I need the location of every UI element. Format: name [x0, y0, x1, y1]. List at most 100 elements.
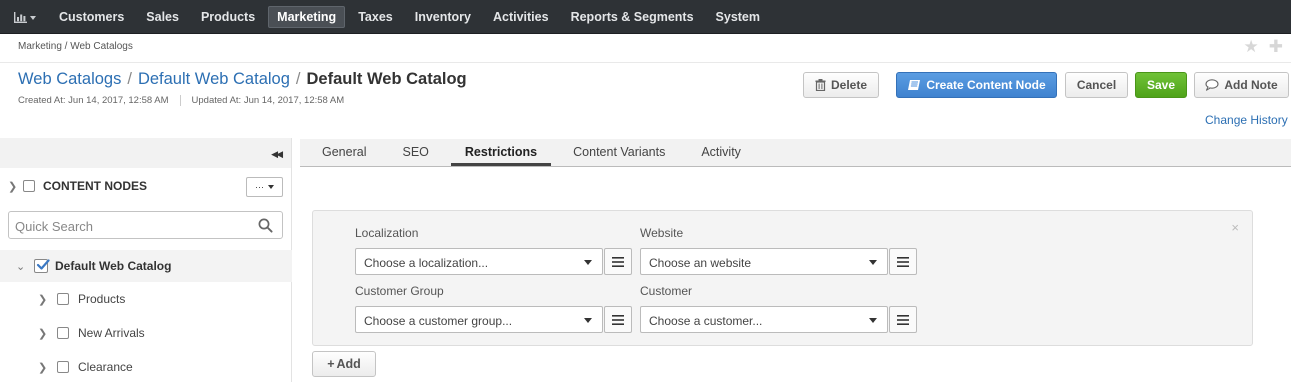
- content-nodes-checkbox[interactable]: [23, 180, 35, 192]
- nav-item-marketing[interactable]: Marketing: [268, 6, 346, 28]
- checkmark-icon: [36, 259, 50, 270]
- created-at: Created At: Jun 14, 2017, 12:58 AM: [18, 95, 169, 106]
- plus-icon: +: [327, 357, 335, 371]
- delete-button[interactable]: Delete: [803, 72, 879, 98]
- localization-select[interactable]: Choose a localization...: [355, 248, 603, 275]
- title-link-default-web-catalog[interactable]: Default Web Catalog: [138, 70, 290, 88]
- nav-item-products[interactable]: Products: [192, 6, 264, 28]
- cancel-button[interactable]: Cancel: [1065, 72, 1128, 98]
- chevron-down-icon: [30, 15, 36, 20]
- tree-root-label: Default Web Catalog: [55, 259, 172, 273]
- close-icon[interactable]: ×: [1231, 220, 1239, 235]
- nav-item-customers[interactable]: Customers: [50, 6, 133, 28]
- add-note-button[interactable]: Add Note: [1194, 72, 1289, 98]
- page-title: Web Catalogs / Default Web Catalog / Default…: [18, 70, 467, 89]
- chevron-down-icon: [268, 185, 274, 189]
- tree-root-default-web-catalog[interactable]: ⌄ Default Web Catalog: [0, 250, 292, 282]
- tree-item-checkbox[interactable]: [57, 361, 69, 373]
- tree-item-clearance[interactable]: ❯ Clearance: [0, 357, 292, 379]
- title-separator: /: [127, 70, 132, 88]
- create-content-node-label: Create Content Node: [926, 78, 1046, 92]
- chevron-down-icon[interactable]: ⌄: [16, 260, 25, 273]
- tree-item-label: Products: [78, 292, 126, 306]
- star-icon[interactable]: ★: [1244, 38, 1259, 55]
- customer-select[interactable]: Choose a customer...: [640, 306, 888, 333]
- title-link-web-catalogs[interactable]: Web Catalogs: [18, 70, 121, 88]
- nav-item-taxes[interactable]: Taxes: [349, 6, 402, 28]
- customer-group-select[interactable]: Choose a customer group...: [355, 306, 603, 333]
- content-nodes-row: ❯ CONTENT NODES ···: [0, 176, 292, 198]
- chevron-down-icon: [584, 260, 592, 265]
- comment-icon: [1205, 79, 1219, 91]
- meta-divider: [179, 95, 181, 106]
- customer-group-value: Choose a customer group...: [364, 314, 513, 328]
- list-icon: [612, 314, 624, 325]
- tree-item-new-arrivals[interactable]: ❯ New Arrivals: [0, 323, 292, 345]
- search-icon[interactable]: [258, 218, 273, 233]
- customer-label: Customer: [640, 284, 693, 298]
- tree-item-checkbox[interactable]: [57, 293, 69, 305]
- title-separator: /: [295, 70, 301, 88]
- chevron-right-icon[interactable]: ❯: [38, 361, 47, 374]
- tree-item-label: New Arrivals: [78, 326, 145, 340]
- chevron-right-icon[interactable]: ❯: [8, 180, 17, 193]
- tab-activity[interactable]: Activity: [687, 139, 755, 166]
- localization-label: Localization: [355, 226, 419, 240]
- tree-item-checkbox[interactable]: [57, 327, 69, 339]
- top-navigation: Customers Sales Products Marketing Taxes…: [0, 0, 1291, 34]
- page-pin-tools: ★ ✚: [1244, 38, 1284, 55]
- add-restriction-button[interactable]: + Add: [312, 351, 376, 377]
- pin-icon[interactable]: ✚: [1269, 38, 1283, 55]
- website-value: Choose an website: [649, 256, 752, 270]
- bar-chart-icon: [14, 11, 27, 23]
- tree-item-label: Clearance: [78, 360, 133, 374]
- customer-value: Choose a customer...: [649, 314, 763, 328]
- localization-list-button[interactable]: [604, 248, 632, 275]
- trash-icon: [815, 79, 826, 91]
- quick-search-input[interactable]: [15, 218, 250, 234]
- save-button[interactable]: Save: [1135, 72, 1187, 98]
- list-icon: [897, 314, 909, 325]
- tree-item-products[interactable]: ❯ Products: [0, 289, 292, 311]
- nav-item-system[interactable]: System: [707, 6, 769, 28]
- chevron-right-icon[interactable]: ❯: [38, 293, 47, 306]
- record-meta: Created At: Jun 14, 2017, 12:58 AM Updat…: [18, 95, 344, 106]
- nav-item-activities[interactable]: Activities: [484, 6, 558, 28]
- quick-search-field: [8, 211, 283, 239]
- tab-restrictions[interactable]: Restrictions: [450, 139, 552, 166]
- list-icon: [612, 256, 624, 267]
- website-select[interactable]: Choose an website: [640, 248, 888, 275]
- section-tabs: General SEO Restrictions Content Variant…: [300, 139, 1291, 167]
- nav-item-inventory[interactable]: Inventory: [406, 6, 480, 28]
- website-list-button[interactable]: [889, 248, 917, 275]
- nav-item-reports-segments[interactable]: Reports & Segments: [562, 6, 703, 28]
- root-checkbox[interactable]: [34, 259, 50, 273]
- add-note-label: Add Note: [1224, 78, 1278, 92]
- breadcrumb: Marketing / Web Catalogs: [18, 41, 133, 52]
- customer-list-button[interactable]: [889, 306, 917, 333]
- chevron-down-icon: [869, 260, 877, 265]
- collapse-sidebar-icon[interactable]: ◀◀: [271, 149, 283, 160]
- restriction-panel: × Localization Choose a localization... …: [312, 210, 1253, 346]
- website-label: Website: [640, 226, 684, 240]
- book-icon: [908, 80, 921, 90]
- nav-item-sales[interactable]: Sales: [137, 6, 188, 28]
- customer-group-list-button[interactable]: [604, 306, 632, 333]
- dashboard-menu-button[interactable]: [8, 6, 46, 28]
- change-history-link[interactable]: Change History: [1205, 113, 1288, 127]
- tab-general[interactable]: General: [308, 139, 380, 166]
- tree-actions-dropdown[interactable]: ···: [246, 177, 283, 197]
- chevron-right-icon[interactable]: ❯: [38, 327, 47, 340]
- divider: [0, 62, 1291, 63]
- main-menu: Customers Sales Products Marketing Taxes…: [50, 0, 773, 34]
- create-content-node-button[interactable]: Create Content Node: [896, 72, 1057, 98]
- tab-content-variants[interactable]: Content Variants: [559, 139, 679, 166]
- chevron-down-icon: [584, 318, 592, 323]
- tab-seo[interactable]: SEO: [388, 139, 442, 166]
- content-nodes-label: CONTENT NODES: [43, 179, 148, 193]
- sidebar-header: ◀◀: [0, 138, 291, 168]
- delete-label: Delete: [830, 78, 868, 92]
- chevron-down-icon: [869, 318, 877, 323]
- list-icon: [897, 256, 909, 267]
- customer-group-label: Customer Group: [355, 284, 444, 298]
